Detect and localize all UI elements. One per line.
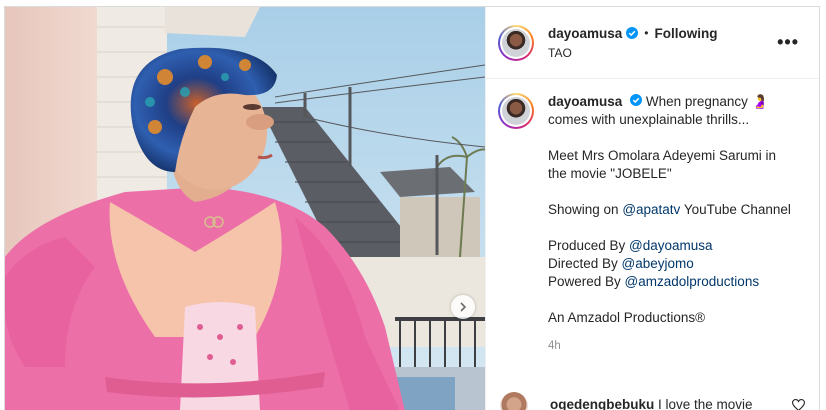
credits: Produced By @dayoamusa Directed By @abey… — [548, 237, 793, 291]
caption-line-2: Meet Mrs Omolara Adeyemi Sarumi in the m… — [548, 148, 777, 181]
comment-body: I love the movie — [658, 396, 753, 410]
heart-icon[interactable] — [792, 399, 805, 410]
verified-badge-icon — [626, 27, 639, 39]
mention-apatatv[interactable]: @apatatv — [622, 202, 680, 217]
post-modal: dayoamusa • Following TAO ••• dayoamusa — [4, 6, 820, 410]
channel-text: YouTube Channel — [680, 202, 791, 217]
powered-by-text: Powered By — [548, 274, 625, 289]
post-header: dayoamusa • Following TAO ••• — [486, 7, 819, 79]
chevron-right-icon — [460, 302, 467, 312]
caption-line-3: Showing on @apatatv YouTube Channel — [548, 201, 793, 219]
author-username[interactable]: dayoamusa — [548, 26, 622, 41]
directed-by-text: Directed By — [548, 256, 622, 271]
post-timestamp[interactable]: 4h — [548, 337, 793, 355]
author-avatar[interactable] — [498, 24, 534, 61]
photo-illustration — [5, 7, 485, 410]
comment-row: ogedengbebuku I love the movie — [500, 392, 753, 410]
post-sidebar: dayoamusa • Following TAO ••• dayoamusa — [485, 7, 819, 410]
showing-on-text: Showing on — [548, 202, 623, 217]
caption-block: dayoamusa When pregnancy 🤰 comes with un… — [486, 79, 819, 355]
separator-dot: • — [644, 26, 649, 40]
caption-body: dayoamusa When pregnancy 🤰 comes with un… — [548, 93, 793, 355]
post-photo[interactable] — [5, 7, 485, 410]
commenter-avatar[interactable] — [500, 392, 528, 410]
mention-amzadolproductions[interactable]: @amzadolproductions — [625, 274, 760, 289]
mention-abeyjomo[interactable]: @abeyjomo — [622, 256, 694, 271]
next-photo-button[interactable] — [451, 295, 475, 319]
commenter-username[interactable]: ogedengbebuku — [550, 397, 654, 410]
produced-by-text: Produced By — [548, 238, 630, 253]
post-location[interactable]: TAO — [548, 46, 718, 60]
following-button[interactable]: Following — [655, 26, 718, 41]
author-info: dayoamusa • Following TAO — [548, 26, 718, 60]
caption-username[interactable]: dayoamusa — [548, 94, 622, 109]
caption-avatar[interactable] — [498, 93, 534, 129]
more-options-button[interactable]: ••• — [777, 33, 799, 51]
comment-text: ogedengbebuku I love the movie — [550, 397, 753, 410]
mention-dayoamusa[interactable]: @dayoamusa — [629, 238, 713, 253]
caption-footer: An Amzadol Productions® — [548, 310, 706, 325]
verified-badge-icon — [630, 94, 643, 106]
